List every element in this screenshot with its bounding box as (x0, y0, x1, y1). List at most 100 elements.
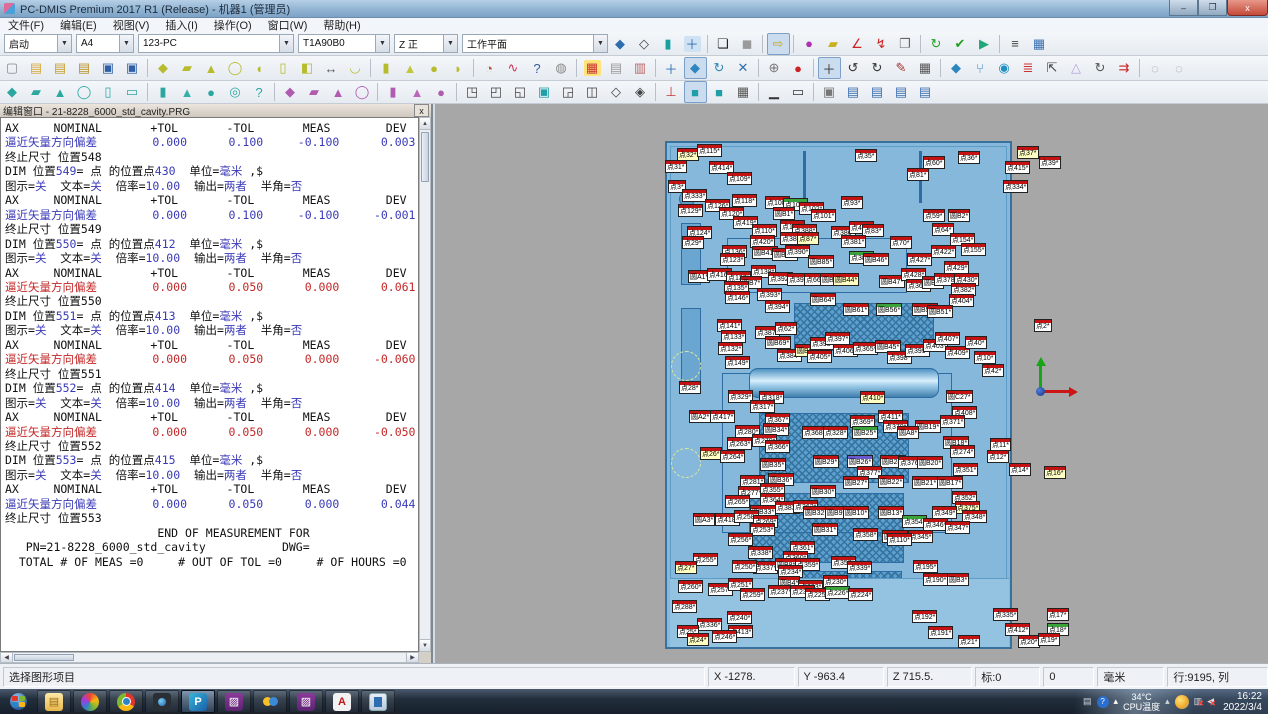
cons-plane-icon[interactable]: ▲ (327, 81, 350, 103)
chevron-down-icon[interactable]: ▼ (57, 35, 71, 52)
cad-dimension-label[interactable]: 圆B17* (937, 476, 963, 489)
cad-dimension-label[interactable]: 点407* (935, 332, 960, 345)
chevron-down-icon[interactable]: ▼ (375, 35, 389, 52)
measured-curve-icon[interactable]: ◡ (344, 57, 367, 79)
cons-cone-icon[interactable]: ▲ (406, 81, 429, 103)
cad-dimension-label[interactable]: 点263* (727, 437, 752, 450)
toolbar-config-icon[interactable]: ≡ (1004, 33, 1027, 55)
taskbar-coreldraw[interactable]: ▨ (217, 690, 251, 713)
cpu-temperature[interactable]: 34°CCPU温度 (1123, 692, 1160, 712)
cad-dimension-label[interactable]: 点37* (1017, 146, 1039, 159)
tray-expand-icon[interactable]: ▴ (1114, 696, 1119, 707)
cad-dimension-label[interactable]: 点256* (728, 533, 753, 546)
taskbar-balls-app[interactable] (253, 690, 287, 713)
report-save-icon[interactable]: ▣ (818, 81, 841, 103)
maximize-button[interactable]: ❐ (1198, 0, 1227, 16)
report-view3-icon[interactable]: ▤ (890, 81, 913, 103)
auto-cone-icon[interactable]: ▲ (176, 81, 199, 103)
report-view2-icon[interactable]: ▤ (866, 81, 889, 103)
vector-arrows-icon[interactable]: ⇉ (1113, 57, 1136, 79)
move-machine-icon[interactable]: ＋ (681, 33, 704, 55)
scroll-left-icon[interactable]: ◀ (1, 653, 13, 662)
cad-dimension-label[interactable]: 点60* (923, 156, 945, 169)
cad-dimension-label[interactable]: 点31* (665, 160, 687, 173)
red-sphere-icon[interactable]: ● (787, 57, 810, 79)
cad-dimension-label[interactable]: 点129* (678, 204, 703, 217)
view-left-cube-icon[interactable]: ◱ (509, 81, 532, 103)
chevron-down-icon[interactable]: ▼ (443, 35, 457, 52)
rotate-3d-icon[interactable]: ↻ (866, 57, 889, 79)
execute-check-icon[interactable]: ✔ (949, 33, 972, 55)
cad-dimension-label[interactable]: 点19* (1038, 633, 1060, 646)
graphics-view[interactable]: 点32*点31*点115*点414*点109*点35*点81*点60*点36*点… (435, 104, 1268, 663)
view-right-cube-icon[interactable]: ◲ (557, 81, 580, 103)
cad-dimension-label[interactable]: 点397* (825, 332, 850, 345)
cad-dimension-label[interactable]: 点317* (750, 400, 775, 413)
probe-mode-combo[interactable]: 启动▼ (4, 34, 72, 53)
scroll-right-icon[interactable]: ▶ (406, 653, 418, 662)
save-as-icon[interactable]: ▣ (121, 57, 144, 79)
cad-dimension-label[interactable]: 点20* (1018, 635, 1040, 648)
view-solid-icon[interactable]: ■ (684, 81, 707, 103)
measured-line-icon[interactable]: ▰ (176, 57, 199, 79)
cad-dimension-label[interactable]: 点26* (700, 447, 722, 460)
taskbar-acrobat[interactable]: A (325, 690, 359, 713)
cad-dimension-label[interactable]: 点358* (853, 528, 878, 541)
menu-item[interactable]: 编辑(E) (52, 17, 105, 33)
refresh-view-icon[interactable]: ↻ (708, 57, 731, 79)
cad-dimension-label[interactable]: 点10* (974, 351, 996, 364)
auto-cylinder-icon[interactable]: ▮ (152, 81, 175, 103)
save-icon[interactable]: ▣ (97, 57, 120, 79)
measured-sphere-icon[interactable]: ● (423, 57, 446, 79)
cad-dimension-label[interactable]: 点334* (1003, 180, 1028, 193)
view-top-cube-icon[interactable]: ▣ (533, 81, 556, 103)
chevron-down-icon[interactable]: ▼ (119, 35, 133, 52)
view-front-cube-icon[interactable]: ◰ (485, 81, 508, 103)
scroll-down-icon[interactable]: ▼ (420, 639, 430, 651)
cad-dimension-label[interactable]: 点338* (748, 546, 773, 559)
cad-dimension-label[interactable]: 点59* (923, 209, 945, 222)
edit-horizontal-scrollbar[interactable]: ◀ ▶ (0, 652, 419, 663)
gray-cube-icon[interactable]: ◼ (736, 33, 759, 55)
gear-pair2-icon[interactable]: ◌ (1168, 57, 1191, 79)
cad-dimension-label[interactable]: 点21* (958, 635, 980, 648)
taskbar-clock[interactable]: 16:222022/3/4 (1219, 691, 1262, 713)
scan-icon[interactable]: ∿ (502, 57, 525, 79)
cad-dimension-label[interactable]: 点335* (993, 608, 1018, 621)
vertical-scroll-thumb[interactable] (421, 132, 429, 182)
help-mode-icon[interactable]: ? (526, 57, 549, 79)
minimize-line-icon[interactable]: ▁ (763, 81, 786, 103)
cad-dimension-label[interactable]: 圆B44* (833, 273, 859, 286)
view-bottom-cube-icon[interactable]: ◇ (605, 81, 628, 103)
taskbar-pcdmis[interactable]: P (181, 690, 215, 713)
cad-dimension-label[interactable]: 点288* (672, 600, 697, 613)
taskbar-chrome[interactable] (109, 690, 143, 713)
cad-dimension-label[interactable]: 点333* (682, 189, 707, 202)
measured-cylinder-icon[interactable]: ▮ (375, 57, 398, 79)
cad-dimension-label[interactable]: 点328* (823, 426, 848, 439)
cad-dimension-label[interactable]: 圆B2* (948, 209, 970, 222)
start-button[interactable] (1, 690, 35, 713)
cons-point-icon[interactable]: ◆ (279, 81, 302, 103)
angle-dim-icon[interactable]: ∠ (846, 33, 869, 55)
layers-icon[interactable]: ≣ (1017, 57, 1040, 79)
cad-dimension-label[interactable]: 圆A8* (897, 426, 919, 439)
cad-dimension-label[interactable]: 点110* (887, 533, 912, 546)
menu-item[interactable]: 窗口(W) (260, 17, 316, 33)
rotate-cube-icon[interactable]: ↻ (1089, 57, 1112, 79)
cad-dimension-label[interactable]: 圆B56* (876, 303, 902, 316)
cad-dimension-label[interactable]: 圆B21* (912, 476, 938, 489)
cad-dimension-label[interactable]: 点14* (1009, 463, 1031, 476)
cad-dimension-label[interactable]: 点371* (940, 415, 965, 428)
cad-dimension-label[interactable]: 点351* (953, 463, 978, 476)
cad-dimension-label[interactable]: 点250* (732, 560, 757, 573)
cons-cylinder-icon[interactable]: ▮ (382, 81, 405, 103)
cad-dimension-label[interactable]: 点24* (687, 633, 709, 646)
taskbar-explorer[interactable]: ▤ (37, 690, 71, 713)
cad-dimension-label[interactable]: 圆B30* (810, 485, 836, 498)
cad-dimension-label[interactable]: 点253* (750, 523, 775, 536)
cad-dimension-label[interactable]: 点427* (907, 253, 932, 266)
edit-window-titlebar[interactable]: 编辑窗口 - 21-8228_6000_std_cavity.PRG x (0, 104, 431, 118)
cad-dimension-label[interactable]: 圆B31* (812, 523, 838, 536)
auto-help-icon[interactable]: ? (248, 81, 271, 103)
